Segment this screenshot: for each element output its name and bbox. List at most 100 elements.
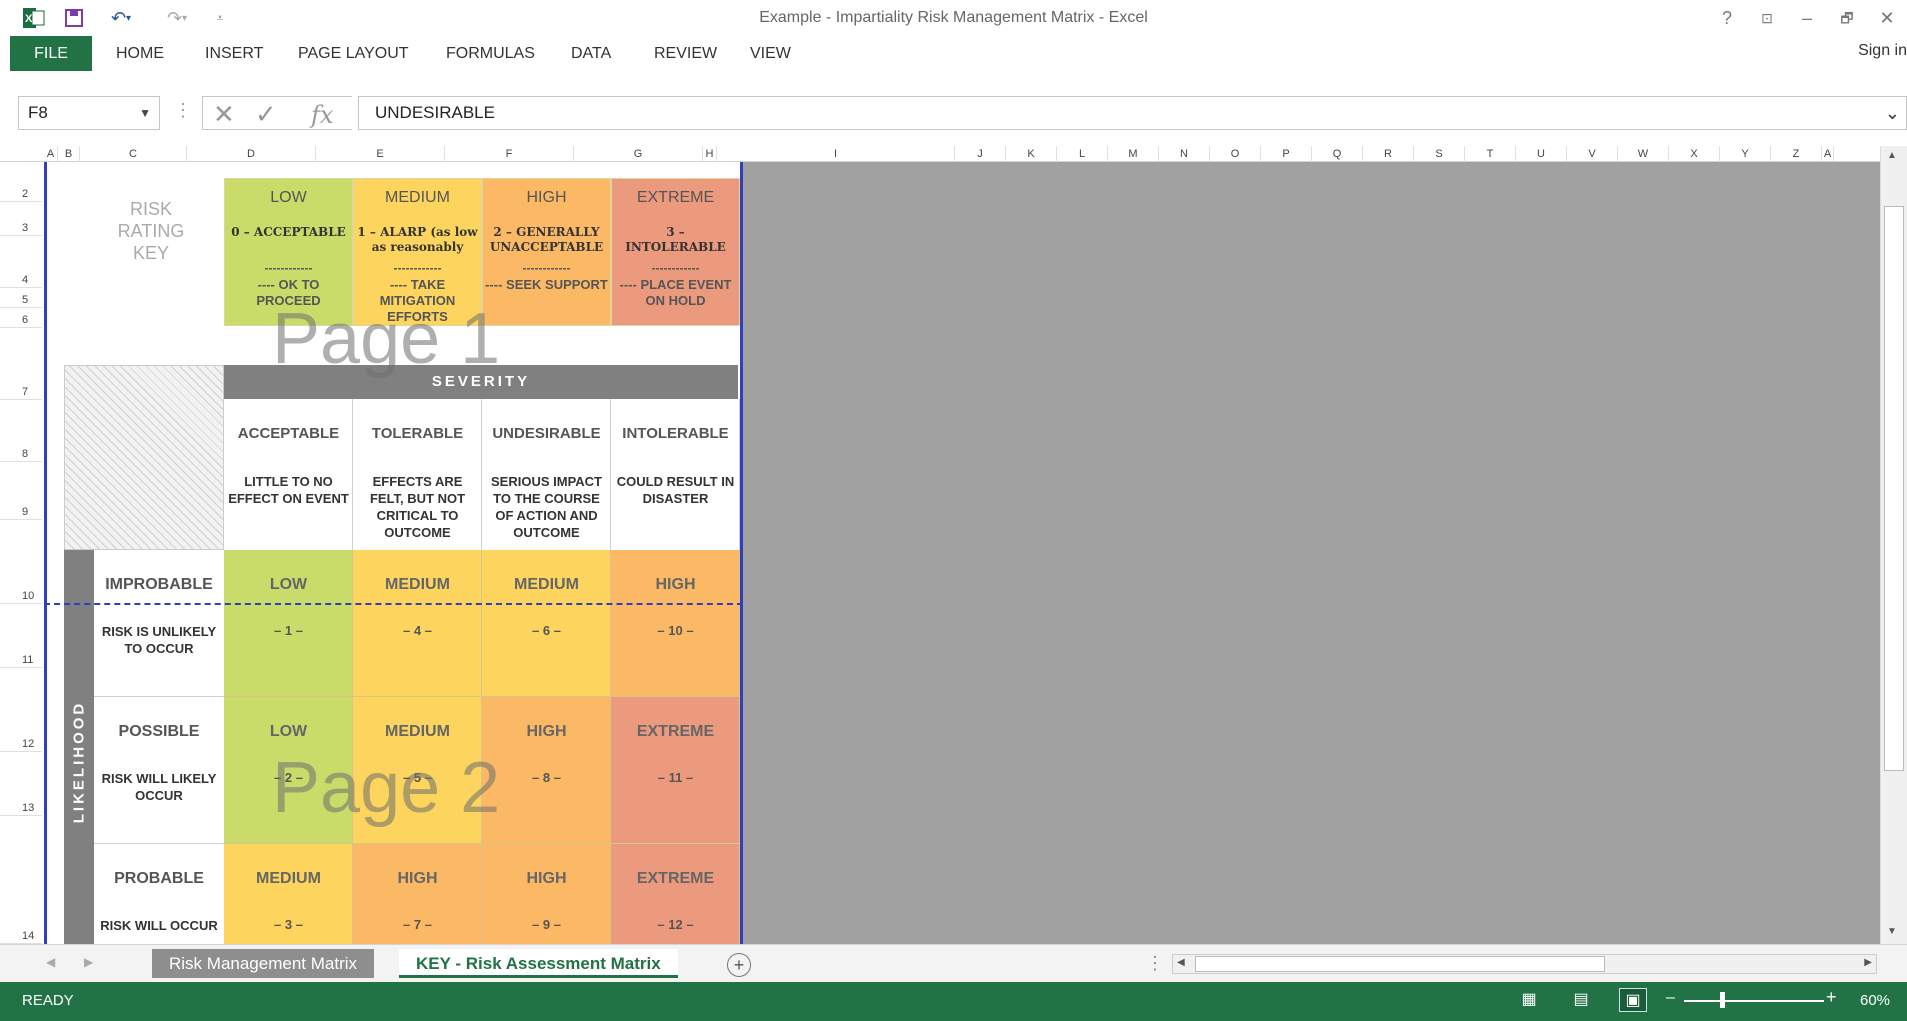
horizontal-scrollbar[interactable]: ◀ ▶ — [1172, 954, 1877, 974]
column-header[interactable]: D — [187, 146, 316, 162]
column-header[interactable]: I — [717, 146, 955, 162]
scroll-right-icon[interactable]: ▶ — [1864, 957, 1872, 968]
column-header[interactable]: A — [44, 146, 58, 162]
add-sheet-icon[interactable]: + — [727, 953, 751, 977]
column-header[interactable]: G — [574, 146, 703, 162]
column-header[interactable]: U — [1516, 146, 1567, 162]
sheet-nav-right-icon[interactable]: ▶ — [84, 955, 93, 969]
insert-function-icon[interactable]: fx — [311, 101, 333, 129]
help-button[interactable]: ? — [1712, 5, 1742, 31]
matrix-cell[interactable]: HIGH – 7 – — [353, 844, 482, 944]
restore-button[interactable]: 🗗 — [1832, 5, 1862, 31]
tab-insert[interactable]: INSERT — [205, 36, 263, 71]
column-header[interactable]: J — [955, 146, 1006, 162]
row-header[interactable]: 7 — [0, 328, 42, 400]
cancel-icon[interactable]: ✕ — [213, 99, 235, 130]
row-header[interactable]: 4 — [0, 236, 42, 288]
tab-formulas[interactable]: FORMULAS — [446, 36, 535, 71]
tab-splitter-icon[interactable]: ⋮ — [1146, 953, 1164, 974]
column-header[interactable]: Z — [1771, 146, 1822, 162]
formula-input[interactable]: UNDESIRABLE ⌄ — [358, 96, 1907, 130]
row-header[interactable]: 14 — [0, 816, 42, 944]
sheet-nav-left-icon[interactable]: ◀ — [46, 955, 55, 969]
column-header[interactable]: W — [1618, 146, 1669, 162]
matrix-cell[interactable]: HIGH – 8 – — [482, 697, 611, 844]
column-header[interactable]: L — [1057, 146, 1108, 162]
normal-view-icon[interactable]: ▦ — [1515, 988, 1543, 1012]
scroll-left-icon[interactable]: ◀ — [1177, 957, 1185, 968]
matrix-cell[interactable]: EXTREME – 12 – — [611, 844, 740, 944]
tab-page-layout[interactable]: PAGE LAYOUT — [298, 36, 409, 71]
column-header[interactable]: C — [80, 146, 187, 162]
column-header[interactable]: P — [1261, 146, 1312, 162]
row-header[interactable]: 10 — [0, 520, 42, 604]
scroll-up-icon[interactable]: ▲ — [1887, 150, 1897, 161]
zoom-slider[interactable] — [1684, 1000, 1824, 1002]
zoom-level[interactable]: 60% — [1860, 992, 1890, 1009]
sheet-tab-key-risk-assessment-matrix[interactable]: KEY - Risk Assessment Matrix — [399, 949, 678, 978]
expand-formula-bar-icon[interactable]: ⌄ — [1885, 97, 1900, 129]
ribbon-display-options-icon[interactable]: ⊡ — [1752, 5, 1782, 31]
formula-buttons: ✕ ✓ fx — [202, 96, 352, 130]
file-tab[interactable]: FILE — [10, 36, 92, 71]
column-header[interactable]: M — [1108, 146, 1159, 162]
severity-title[interactable]: UNDESIRABLE — [482, 425, 611, 442]
column-header[interactable]: X — [1669, 146, 1720, 162]
row-header[interactable]: 3 — [0, 202, 42, 236]
column-header[interactable]: V — [1567, 146, 1618, 162]
matrix-cell[interactable]: LOW – 1 – — [224, 550, 353, 697]
chevron-down-icon[interactable]: ▼ — [139, 97, 151, 129]
sheet-tab-risk-management-matrix[interactable]: Risk Management Matrix — [152, 949, 375, 978]
enter-icon[interactable]: ✓ — [255, 99, 277, 130]
column-header[interactable]: A — [1822, 146, 1834, 162]
column-header[interactable]: R — [1363, 146, 1414, 162]
column-header[interactable]: F — [445, 146, 574, 162]
column-header[interactable]: K — [1006, 146, 1057, 162]
column-header[interactable]: B — [58, 146, 80, 162]
vertical-scroll-thumb[interactable] — [1884, 206, 1904, 771]
vertical-scrollbar[interactable]: ▲ ▼ — [1880, 146, 1907, 944]
row-header[interactable]: 9 — [0, 462, 42, 520]
matrix-cell[interactable]: MEDIUM – 6 – — [482, 550, 611, 697]
matrix-cell[interactable]: HIGH – 10 – — [611, 550, 740, 697]
row-header[interactable]: 11 — [0, 604, 42, 668]
column-header[interactable]: T — [1465, 146, 1516, 162]
column-header[interactable]: E — [316, 146, 445, 162]
row-header[interactable]: 13 — [0, 752, 42, 816]
page-break-preview-icon[interactable]: ▣ — [1619, 988, 1647, 1012]
tab-view[interactable]: VIEW — [750, 36, 791, 71]
matrix-cell[interactable]: HIGH – 9 – — [482, 844, 611, 944]
close-button[interactable]: ✕ — [1872, 5, 1902, 31]
matrix-cell[interactable]: EXTREME – 11 – — [611, 697, 740, 844]
column-header[interactable]: N — [1159, 146, 1210, 162]
column-header[interactable]: O — [1210, 146, 1261, 162]
tab-data[interactable]: DATA — [571, 36, 611, 71]
name-box[interactable]: F8 ▼ — [18, 96, 160, 130]
scroll-down-icon[interactable]: ▼ — [1887, 926, 1897, 937]
row-header[interactable]: 5 — [0, 288, 42, 308]
row-header[interactable]: 6 — [0, 308, 42, 328]
excel-window: X ↶ ▾ ↷ ▾ ⩡ Example - Impartiality Risk … — [0, 0, 1907, 1021]
column-header[interactable]: S — [1414, 146, 1465, 162]
horizontal-scroll-thumb[interactable] — [1195, 956, 1605, 972]
matrix-cell[interactable]: MEDIUM – 5 – — [353, 697, 482, 844]
zoom-out-icon[interactable]: – — [1666, 989, 1675, 1007]
row-header[interactable]: 2 — [0, 162, 42, 202]
sign-in-link[interactable]: Sign in — [1858, 36, 1907, 71]
page-layout-view-icon[interactable]: ▤ — [1567, 988, 1595, 1012]
minimize-button[interactable]: – — [1792, 5, 1822, 31]
matrix-cell[interactable]: MEDIUM – 3 – — [224, 844, 353, 944]
risk-key-extreme: EXTREME 3 – INTOLERABLE ------------ ---- P… — [611, 178, 740, 326]
column-header[interactable]: H — [703, 146, 717, 162]
zoom-slider-thumb[interactable] — [1720, 992, 1725, 1008]
row-header[interactable]: 8 — [0, 400, 42, 462]
matrix-cell[interactable]: MEDIUM – 4 – — [353, 550, 482, 697]
tab-review[interactable]: REVIEW — [654, 36, 717, 71]
column-header[interactable]: Q — [1312, 146, 1363, 162]
zoom-in-icon[interactable]: + — [1826, 987, 1837, 1008]
column-header[interactable]: Y — [1720, 146, 1771, 162]
matrix-cell[interactable]: LOW – 2 – — [224, 697, 353, 844]
row-header[interactable]: 12 — [0, 668, 42, 752]
risk-key-low: LOW 0 – ACCEPTABLE ------------ ---- OK TO … — [224, 178, 353, 326]
tab-home[interactable]: HOME — [116, 36, 164, 71]
